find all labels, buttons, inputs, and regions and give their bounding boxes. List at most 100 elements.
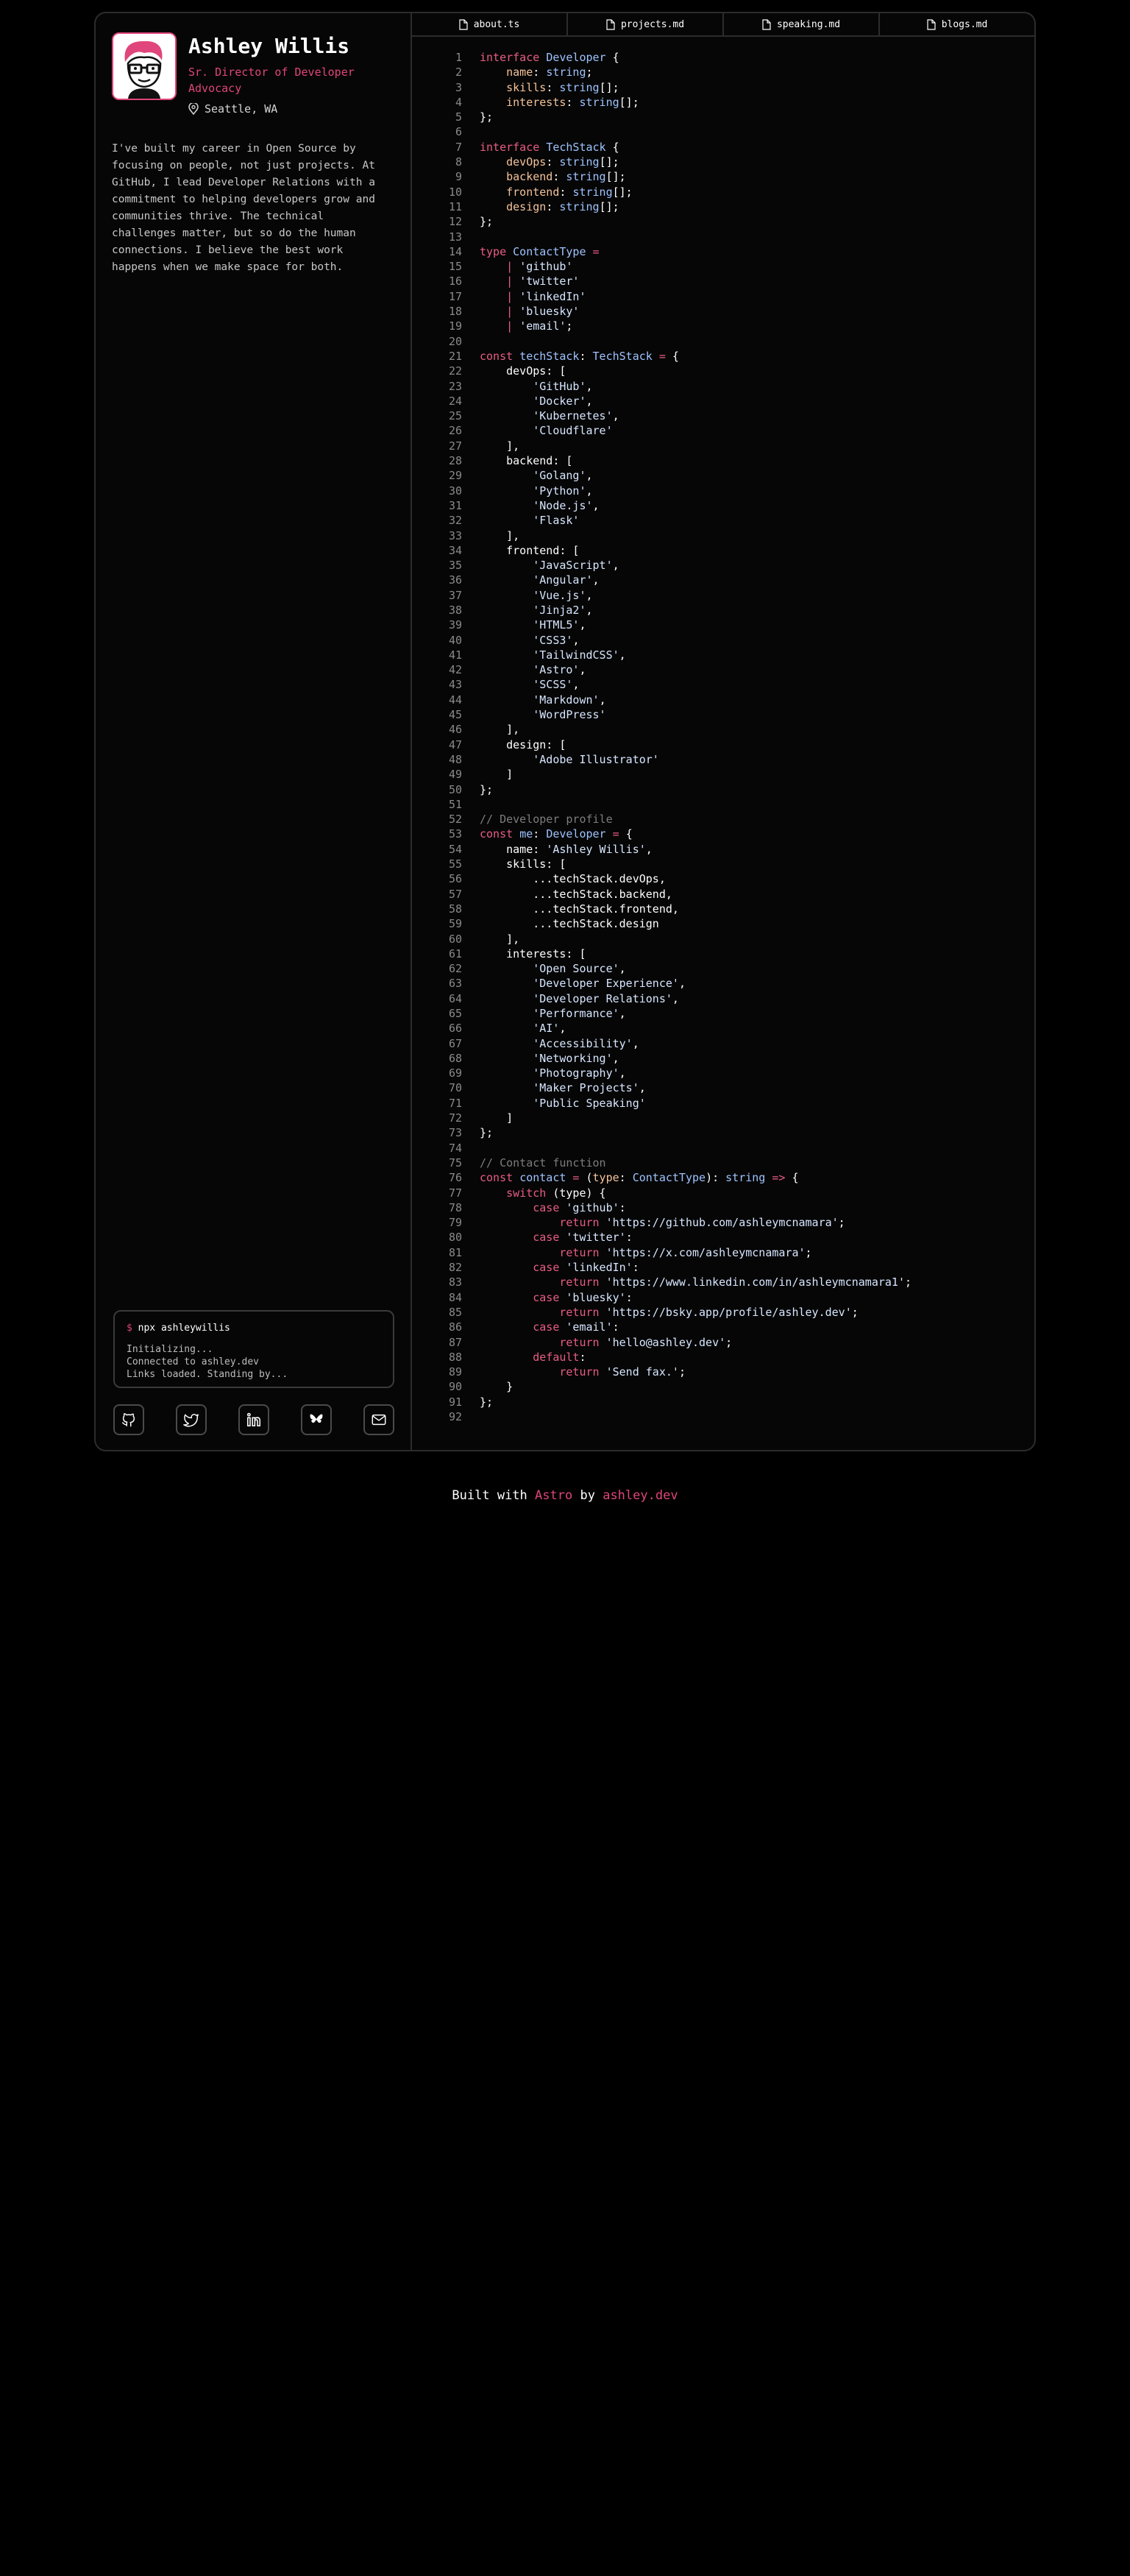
code-token: case [533,1200,566,1214]
line-number: 23 [448,379,462,393]
twitter-icon [183,1413,199,1427]
code-token: : [566,95,580,109]
terminal-command-line: $ npx ashleywillis [127,1322,381,1334]
footer-framework-link[interactable]: Astro [535,1488,572,1503]
code-token: return [559,1305,606,1319]
code-token: 'github' [566,1200,619,1214]
code-line: 91}; [433,1395,1021,1409]
tab-blogs[interactable]: blogs.md [880,13,1034,35]
line-number: 17 [448,289,462,303]
footer-site-link[interactable]: ashley.dev [603,1488,678,1503]
code-token: string [572,185,613,199]
portfolio-window: Ashley Willis Sr. Director of Developer … [94,12,1036,1451]
line-number: 25 [448,409,462,423]
code-token: name: [480,842,547,856]
line-number: 22 [448,364,462,378]
code-token: 'github' [519,260,573,274]
code-token: , [559,1022,566,1036]
line-number: 40 [448,633,462,647]
line-number: 43 [448,678,462,692]
code-token: 'email' [519,319,566,333]
terminal-widget[interactable]: $ npx ashleywillis Initializing... Conne… [113,1310,394,1388]
linkedin-link[interactable] [238,1404,269,1435]
code-token: 'twitter' [566,1231,626,1245]
code-token: 'Kubernetes' [533,409,613,423]
code-token: ( [586,1171,593,1185]
code-token: ], [480,932,520,946]
code-token: 'Maker Projects' [533,1081,639,1095]
code-token: design [506,199,547,213]
code-line: 19 | 'email'; [433,319,1021,333]
line-number: 3 [455,80,462,94]
code-token: return [559,1216,606,1230]
code-token: , [619,962,626,976]
code-token: : [533,66,547,79]
code-token: ; [805,1245,812,1259]
line-number: 57 [448,887,462,901]
code-token: ], [480,439,520,453]
line-number: 75 [448,1156,462,1170]
code-token: : [612,1320,619,1334]
code-line: 80 case 'twitter': [433,1230,1021,1245]
email-link[interactable] [363,1404,394,1435]
code-line: 44 'Markdown', [433,693,1021,707]
code-token: } [480,1380,514,1394]
code-line: 52 // Developer profile [433,812,1021,827]
tab-speaking[interactable]: speaking.md [724,13,880,35]
code-token: Developer [546,827,606,841]
code-line: 63 'Developer Experience', [433,976,1021,991]
code-line: 6 [433,124,1021,139]
line-number: 33 [448,528,462,542]
line-number: 61 [448,946,462,960]
code-token: 'Performance' [533,1007,619,1020]
code-token: 'AI' [533,1022,560,1036]
linkedin-icon [246,1412,261,1427]
code-token: frontend [506,185,560,199]
line-number: 44 [448,693,462,707]
tab-label: about.ts [473,18,520,30]
code-token: , [572,678,580,692]
bluesky-link[interactable] [301,1404,332,1435]
file-icon [762,18,771,30]
line-number: 76 [448,1171,462,1185]
code-line: 39 'HTML5', [433,618,1021,632]
code-token: case [533,1320,566,1334]
code-token: const [480,827,520,841]
code-token: , [592,498,600,512]
line-number: 1 [455,51,462,64]
code-token: = [652,349,672,363]
code-token: 'Golang' [533,469,586,483]
profile-info: Ashley Willis Sr. Director of Developer … [188,32,358,116]
code-token: 'linkedIn' [566,1261,633,1275]
tab-about[interactable]: about.ts [412,13,568,35]
code-line: 50}; [433,782,1021,797]
code-token: techStack [519,349,580,363]
line-number: 65 [448,1007,462,1020]
code-token: , [592,573,600,587]
terminal-output-line: Connected to ashley.dev [127,1356,260,1367]
line-number: 18 [448,305,462,319]
line-number: 29 [448,469,462,483]
tab-projects[interactable]: projects.md [568,13,724,35]
twitter-link[interactable] [176,1404,207,1435]
line-number: 41 [448,648,462,662]
code-token: 'bluesky' [566,1290,626,1304]
code-token: // Developer profile [480,813,613,827]
github-link[interactable] [113,1404,144,1435]
code-token: []; [599,80,619,94]
code-line: 3 skills: string[]; [433,80,1021,95]
code-line: 65 'Performance', [433,1006,1021,1021]
code-token: , [639,1081,646,1095]
line-number: 47 [448,737,462,751]
code-line: 28 backend: [ [433,453,1021,468]
code-line: 92 [433,1409,1021,1424]
